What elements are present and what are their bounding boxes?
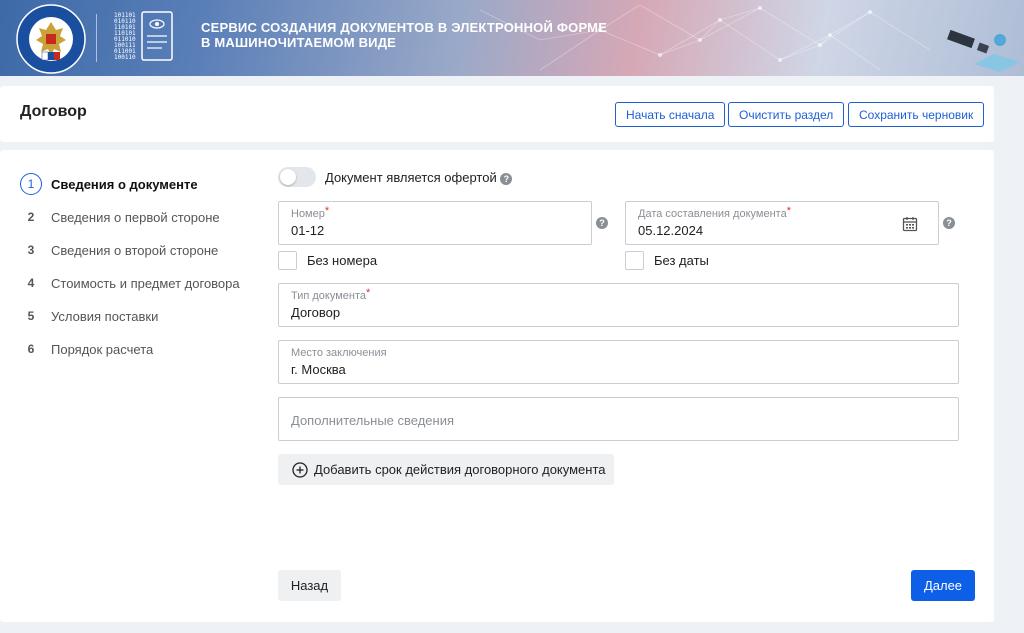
date-value: 05.12.2024 — [638, 223, 704, 238]
save-draft-button[interactable]: Сохранить черновик — [848, 102, 985, 127]
required-mark: * — [786, 205, 791, 217]
help-icon[interactable]: ? — [500, 172, 513, 185]
restart-button[interactable]: Начать сначала — [615, 102, 726, 127]
step-label: Сведения о документе — [51, 176, 198, 192]
step-label: Сведения о первой стороне — [51, 209, 220, 225]
fns-emblem-logo — [16, 4, 86, 74]
step-label: Порядок расчета — [51, 341, 154, 357]
step-label: Стоимость и предмет договора — [51, 275, 240, 291]
step-delivery-terms[interactable]: 5 Условия поставки — [20, 305, 159, 327]
page-header-panel: Договор Начать сначала Очистить раздел С… — [0, 86, 994, 142]
document-type-label: Тип документа* — [291, 287, 371, 302]
date-help-icon[interactable]: ? — [943, 217, 955, 229]
offer-toggle-text: Документ является офертой — [325, 170, 497, 185]
step-number: 1 — [20, 173, 42, 195]
step-payment-order[interactable]: 6 Порядок расчета — [20, 338, 154, 360]
machine-readable-document-icon: 101101 010110 110101 110101 011010 10011… — [114, 11, 173, 61]
service-title: СЕРВИС СОЗДАНИЯ ДОКУМЕНТОВ В ЭЛЕКТРОННОЙ… — [201, 20, 607, 50]
required-mark: * — [324, 205, 330, 217]
place-value: г. Москва — [291, 362, 346, 377]
add-term-label: Добавить срок действия договорного докум… — [314, 462, 606, 477]
date-label-text: Дата составления документа — [638, 208, 787, 220]
document-type-label-text: Тип документа — [291, 290, 367, 302]
step-cost-subject[interactable]: 4 Стоимость и предмет договора — [20, 272, 240, 294]
page-title: Договор — [20, 103, 87, 120]
number-value: 01-12 — [291, 223, 325, 238]
number-help-icon[interactable]: ? — [596, 217, 608, 229]
no-date-checkbox[interactable] — [625, 251, 644, 270]
document-type-field[interactable]: Тип документа* Договор — [278, 283, 959, 327]
step-number: 4 — [27, 276, 35, 290]
place-of-conclusion-field[interactable]: Место заключения г. Москва — [278, 340, 959, 384]
clear-section-button[interactable]: Очистить раздел — [728, 102, 845, 127]
logo-separator — [96, 14, 97, 62]
number-field[interactable]: Номер* 01-12 — [278, 201, 592, 245]
number-field-label: Номер* — [291, 205, 330, 220]
no-number-checkbox[interactable] — [278, 251, 297, 270]
date-field-label: Дата составления документа* — [638, 205, 791, 220]
calendar-icon[interactable] — [902, 216, 918, 232]
offer-toggle[interactable] — [278, 167, 316, 187]
step-second-party[interactable]: 3 Сведения о второй стороне — [20, 239, 219, 261]
toggle-knob — [280, 169, 296, 185]
add-term-button[interactable]: Добавить срок действия договорного докум… — [278, 454, 614, 485]
step-label: Сведения о второй стороне — [51, 242, 219, 258]
no-number-label: Без номера — [307, 253, 378, 268]
additional-info-field[interactable]: Дополнительные сведения — [278, 397, 959, 441]
step-document-info[interactable]: 1 Сведения о документе — [20, 173, 198, 195]
number-label-text: Номер — [291, 208, 325, 220]
additional-info-placeholder: Дополнительные сведения — [291, 413, 455, 428]
header-banner: 101101 010110 110101 110101 011010 10011… — [0, 0, 1024, 76]
step-number: 6 — [27, 342, 35, 356]
date-field[interactable]: Дата составления документа* 05.12.2024 — [625, 201, 939, 245]
step-number: 3 — [27, 243, 35, 257]
step-first-party[interactable]: 2 Сведения о первой стороне — [20, 206, 220, 228]
service-title-line1: СЕРВИС СОЗДАНИЯ ДОКУМЕНТОВ В ЭЛЕКТРОННОЙ… — [201, 20, 608, 35]
no-date-label: Без даты — [654, 253, 709, 268]
step-number: 5 — [27, 309, 35, 323]
document-type-value: Договор — [291, 305, 341, 320]
step-label: Условия поставки — [51, 308, 159, 324]
binary-line: 100110 — [114, 54, 136, 61]
service-title-line2: В МАШИНОЧИТАЕМОМ ВИДЕ — [201, 35, 397, 50]
plus-circle-icon — [292, 461, 308, 478]
back-button[interactable]: Назад — [278, 570, 341, 601]
next-button[interactable]: Далее — [911, 570, 975, 601]
place-label: Место заключения — [291, 347, 387, 359]
offer-toggle-label: Документ является офертой ? — [325, 170, 513, 185]
step-number: 2 — [27, 210, 35, 224]
required-mark: * — [366, 287, 371, 299]
satellite-graphic — [947, 29, 1020, 72]
